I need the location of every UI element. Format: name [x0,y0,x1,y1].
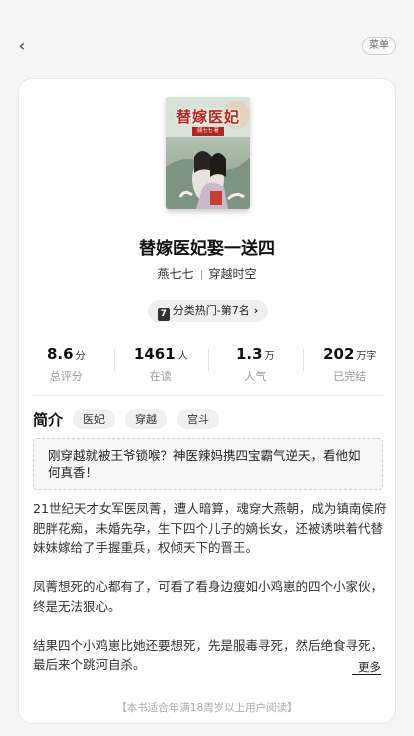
stat-word-count: 202 万字 已完结 [302,344,396,384]
section-divider [33,395,383,396]
menu-button[interactable]: 菜单 [362,37,396,55]
book-detail-card: 替嫁医妃 顾七七·著 替嫁医妃娶一送四 燕七七 穿越时空 7 分类热门-第7名 › 8… [18,78,396,724]
back-icon[interactable]: ‹ [12,36,32,56]
synopsis-paragraph: 凤菁想死的心都有了，可看了看身边瘦如小鸡崽的四个小家伙，终是无法狠心。 [33,579,384,614]
intro-quote: 刚穿越就被王爷锁喉？神医辣妈携四宝霸气逆天，看他如何真香！ [33,438,383,490]
divider [200,269,202,280]
synopsis-text: 21世纪天才女军医凤菁，遭人暗算，魂穿大燕朝，成为镇南侯府肥胖花痴，未婚先孕，生… [33,499,387,675]
stat-rating: 8.6 分 总评分 [46,345,86,383]
synopsis-paragraph: 21世纪天才女军医凤菁，遭人暗算，魂穿大燕朝，成为镇南侯府肥胖花痴，未婚先孕，生… [33,501,387,555]
tag-palace-intrigue[interactable]: 宫斗 [177,409,220,429]
author-name[interactable]: 燕七七 [157,267,193,281]
intro-title: 简介 [33,410,64,429]
book-cover-image[interactable]: 替嫁医妃 顾七七·著 [166,97,250,209]
cover-title-art: 替嫁医妃 [175,108,240,126]
synopsis-paragraph: 结果四个小鸡崽比她还要想死，先是服毒寻死，然后绝食寻死，最后来个跳河自杀。 [33,637,384,673]
book-category[interactable]: 穿越时空 [209,267,257,281]
rank-text: 分类热门-第7名 [172,304,250,317]
rank-badge[interactable]: 7 分类热门-第7名 › [148,300,268,322]
age-notice: 【本书适合年满18周岁以上用户阅读】 [116,702,298,714]
more-link[interactable]: 更多 [352,660,381,675]
cover-subtitle-art: 顾七七·著 [192,127,224,136]
stat-readers: 1461 人 在读 [113,344,209,384]
intro-header: 简介 医妃 穿越 宫斗 [33,409,229,429]
author-line: 燕七七 穿越时空 [19,265,395,282]
rank-number-icon: 7 [157,308,170,321]
stat-popularity: 1.3 万 人气 [208,344,303,384]
tag-time-travel[interactable]: 穿越 [125,409,168,429]
top-bar: ‹ 菜单 [0,0,414,78]
book-title: 替嫁医妃娶一送四 [139,239,275,259]
tag-medical-consort[interactable]: 医妃 [73,409,116,429]
stats-row: 8.6 分 总评分 1461 人 在读 1.3 万 人气 202 万字 已完结 [19,344,396,384]
chevron-right-icon: › [253,304,259,317]
